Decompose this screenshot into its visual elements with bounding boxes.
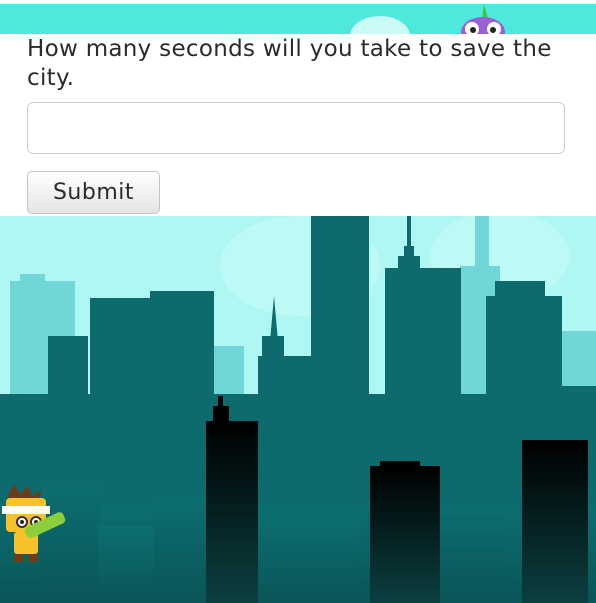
- answer-input[interactable]: [27, 102, 565, 154]
- city-scene: [0, 216, 596, 603]
- question-text: How many seconds will you take to save t…: [27, 36, 552, 91]
- submit-button[interactable]: Submit: [27, 171, 160, 214]
- cloud: [350, 16, 410, 34]
- purple-monster-icon: [458, 0, 508, 34]
